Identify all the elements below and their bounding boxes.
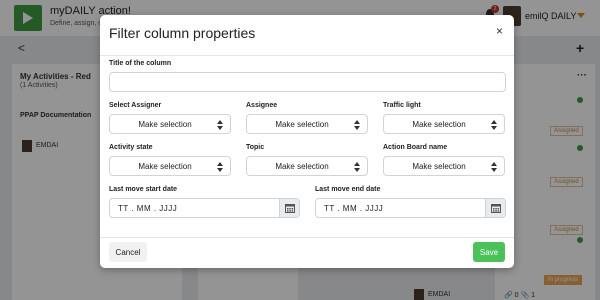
traffic-light-label: Traffic light [383,102,421,109]
select-assigner-dropdown[interactable]: Make selection [109,114,231,134]
divider [100,55,514,56]
topic-value: Make selection [275,162,329,171]
cancel-button[interactable]: Cancel [109,242,147,262]
column-title-input[interactable] [109,72,506,92]
assignee-value: Make selection [275,120,329,129]
select-assigner-value: Make selection [138,120,192,129]
end-date-picker-button[interactable] [485,199,505,217]
traffic-light-dropdown[interactable]: Make selection [383,114,505,134]
dialog-title: Filter column properties [109,25,256,41]
end-date-label: Last move end date [315,186,381,193]
start-date-label: Last move start date [109,186,178,193]
topic-label: Topic [246,144,265,151]
activity-state-value: Make selection [138,162,192,171]
action-board-name-dropdown[interactable]: Make selection [383,156,505,176]
column-title-label: Title of the column [109,60,172,67]
calendar-icon [285,204,295,213]
end-date-field[interactable]: TT . MM . JJJJ [315,198,506,218]
calendar-icon [491,204,501,213]
start-date-field[interactable]: TT . MM . JJJJ [109,198,300,218]
activity-state-dropdown[interactable]: Make selection [109,156,231,176]
sort-arrows-icon [491,120,497,130]
filter-column-dialog: Filter column properties × Title of the … [100,15,514,268]
assignee-label: Assignee [246,102,278,109]
start-date-value: TT . MM . JJJJ [118,204,178,213]
topic-dropdown[interactable]: Make selection [246,156,368,176]
select-assigner-label: Select Assigner [109,102,162,109]
sort-arrows-icon [491,162,497,172]
close-icon[interactable]: × [496,24,503,38]
divider [100,237,514,238]
save-button[interactable]: Save [473,242,505,262]
traffic-light-value: Make selection [412,120,466,129]
sort-arrows-icon [217,120,223,130]
action-board-name-label: Action Board name [383,144,448,151]
action-board-name-value: Make selection [412,162,466,171]
start-date-picker-button[interactable] [279,199,299,217]
sort-arrows-icon [217,162,223,172]
assignee-dropdown[interactable]: Make selection [246,114,368,134]
sort-arrows-icon [354,162,360,172]
sort-arrows-icon [354,120,360,130]
end-date-value: TT . MM . JJJJ [324,204,384,213]
activity-state-label: Activity state [109,144,153,151]
